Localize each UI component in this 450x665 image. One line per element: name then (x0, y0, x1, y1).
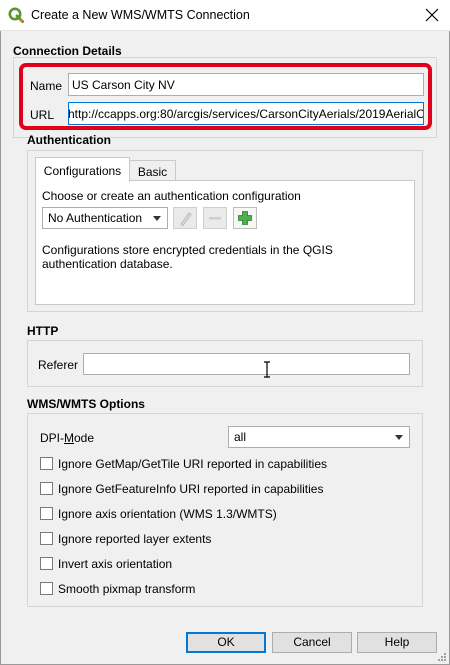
smooth-pixmap-checkbox[interactable] (40, 582, 53, 595)
title-bar[interactable]: Create a New WMS/WMTS Connection (0, 0, 450, 31)
annotation-highlight-box (19, 63, 432, 130)
wms-options-title: WMS/WMTS Options (27, 397, 145, 411)
smooth-pixmap-label: Smooth pixmap transform (58, 582, 196, 596)
http-title: HTTP (27, 324, 59, 338)
ok-button[interactable]: OK (186, 632, 266, 653)
qgis-logo-icon (8, 7, 24, 23)
plus-icon (238, 211, 252, 225)
remove-config-button[interactable] (203, 207, 227, 229)
ignore-axis-orientation-label: Ignore axis orientation (WMS 1.3/WMTS) (58, 507, 277, 521)
ignore-getmap-uri-checkbox[interactable] (40, 457, 53, 470)
minus-icon (209, 217, 221, 220)
invert-axis-orientation-checkbox[interactable] (40, 557, 53, 570)
chevron-down-icon (395, 435, 403, 440)
auth-config-value: No Authentication (48, 211, 143, 225)
add-config-button[interactable] (233, 207, 257, 229)
ignore-getmap-uri-label: Ignore GetMap/GetTile URI reported in ca… (58, 457, 328, 471)
choose-config-text: Choose or create an authentication confi… (42, 189, 301, 203)
ignore-getfeatureinfo-uri-label: Ignore GetFeatureInfo URI reported in ca… (58, 482, 324, 496)
close-icon[interactable] (422, 5, 442, 25)
connection-details-title: Connection Details (13, 44, 122, 58)
ignore-layer-extents-checkbox[interactable] (40, 532, 53, 545)
invert-axis-orientation-label: Invert axis orientation (58, 557, 173, 571)
ignore-getfeatureinfo-uri-checkbox[interactable] (40, 482, 53, 495)
text-cursor-icon (264, 361, 270, 378)
dpi-mode-value: all (234, 430, 247, 444)
dpi-mode-select[interactable]: all (228, 426, 410, 448)
help-button[interactable]: Help (357, 632, 437, 653)
pencil-icon (180, 212, 192, 227)
ignore-layer-extents-label: Ignore reported layer extents (58, 532, 212, 546)
cancel-button[interactable]: Cancel (272, 632, 352, 653)
edit-config-button[interactable] (173, 207, 197, 229)
auth-info-text: Configurations store encrypted credentia… (42, 243, 333, 271)
tab-configurations[interactable]: Configurations (35, 157, 130, 182)
authentication-title: Authentication (27, 133, 111, 147)
ignore-axis-orientation-checkbox[interactable] (40, 507, 53, 520)
tab-basic[interactable]: Basic (129, 160, 176, 182)
window-title: Create a New WMS/WMTS Connection (31, 8, 250, 22)
dpi-mode-label: DPI-Mode (40, 431, 95, 445)
auth-config-select[interactable]: No Authentication (42, 207, 168, 229)
chevron-down-icon (153, 216, 161, 221)
referer-label: Referer (38, 358, 79, 372)
referer-field[interactable] (83, 353, 410, 375)
resize-grip-icon[interactable] (437, 652, 447, 662)
